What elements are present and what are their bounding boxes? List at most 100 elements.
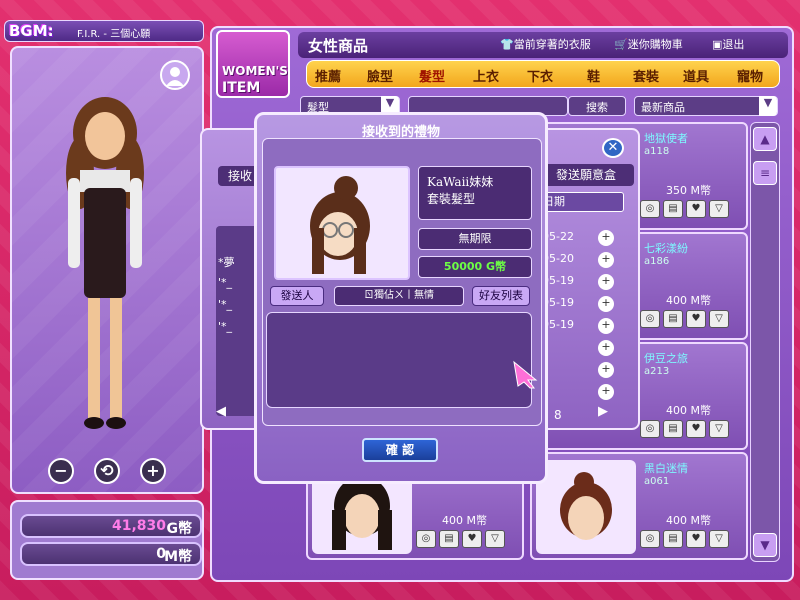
gift-icon[interactable]: ♥ bbox=[686, 530, 706, 548]
scroll-thumb[interactable]: ≡ bbox=[753, 161, 777, 185]
received-row[interactable]: *夢 bbox=[218, 254, 235, 270]
page-next-icon[interactable]: ▶ bbox=[598, 404, 620, 424]
tab-recommend[interactable]: 推薦 bbox=[315, 66, 341, 85]
exit-label: 退出 bbox=[722, 38, 745, 51]
cart-add-icon[interactable]: ▤ bbox=[439, 530, 459, 548]
gift-icon[interactable]: ♥ bbox=[686, 310, 706, 328]
item-list-scrollbar[interactable]: ▲ ≡ ▼ bbox=[750, 122, 780, 562]
zoom-out-button[interactable]: − bbox=[48, 458, 74, 484]
received-row[interactable]: '*_ bbox=[218, 276, 232, 289]
expand-plus-icon[interactable]: + bbox=[598, 296, 614, 312]
try-on-icon[interactable]: ◎ bbox=[640, 200, 660, 218]
search-button[interactable]: 搜索 bbox=[568, 96, 626, 116]
g-currency-value: 41,830 bbox=[111, 518, 166, 534]
tab-props[interactable]: 道具 bbox=[683, 66, 709, 85]
sort-select[interactable]: 最新商品 ▼ bbox=[634, 96, 778, 116]
cart-add-icon[interactable]: ▤ bbox=[663, 420, 683, 438]
page-number: 8 bbox=[554, 408, 562, 422]
item-title[interactable]: 黑白迷情 bbox=[644, 460, 688, 476]
try-on-icon[interactable]: ◎ bbox=[640, 310, 660, 328]
expand-plus-icon[interactable]: + bbox=[598, 274, 614, 290]
gift-price: 50000 G幣 bbox=[418, 256, 532, 278]
tab-pets[interactable]: 寵物 bbox=[737, 66, 763, 85]
item-actions: ◎ ▤ ♥ ▽ bbox=[416, 530, 508, 548]
expand-plus-icon[interactable]: + bbox=[598, 340, 614, 356]
sent-wish-tab[interactable]: 發送願意盒 bbox=[538, 164, 634, 186]
item-title[interactable]: 七彩漾紛 bbox=[644, 240, 688, 256]
gift-icon[interactable]: ♥ bbox=[686, 420, 706, 438]
exit-link[interactable]: ▣退出 bbox=[712, 36, 744, 52]
scroll-down-icon[interactable]: ▼ bbox=[753, 533, 777, 557]
try-on-icon[interactable]: ◎ bbox=[640, 420, 660, 438]
item-price: 350 M幣 bbox=[666, 184, 711, 197]
sender-label: 發送人 bbox=[270, 286, 324, 306]
scroll-up-icon[interactable]: ▲ bbox=[753, 127, 777, 151]
gift-icon[interactable]: ♥ bbox=[686, 200, 706, 218]
gift-icon[interactable]: ♥ bbox=[462, 530, 482, 548]
rotate-button[interactable]: ⟲ bbox=[94, 458, 120, 484]
tab-hair[interactable]: 髮型 bbox=[419, 66, 445, 85]
tab-face[interactable]: 臉型 bbox=[367, 66, 393, 85]
tab-top[interactable]: 上衣 bbox=[473, 66, 499, 85]
bgm-bar[interactable]: BGM: F.I.R. - 三個心願 bbox=[4, 20, 204, 42]
zoom-in-button[interactable]: + bbox=[140, 458, 166, 484]
friends-list-button[interactable]: 好友列表 bbox=[472, 286, 530, 306]
item-title[interactable]: 伊豆之旅 bbox=[644, 350, 688, 366]
item-actions: ◎ ▤ ♥ ▽ bbox=[640, 200, 732, 218]
sender-name: ㄖ獨佔ㄨ丨無情 bbox=[334, 286, 464, 306]
tab-suit[interactable]: 套裝 bbox=[633, 66, 659, 85]
category-tabs: 推薦 臉型 髮型 上衣 下衣 鞋 套裝 道具 寵物 bbox=[306, 60, 780, 88]
character-preview-panel bbox=[10, 46, 204, 494]
item-user: a213 bbox=[644, 366, 670, 377]
expand-plus-icon[interactable]: + bbox=[598, 252, 614, 268]
item-actions: ◎ ▤ ♥ ▽ bbox=[640, 530, 732, 548]
wish-icon[interactable]: ▽ bbox=[709, 420, 729, 438]
door-icon: ▣ bbox=[712, 38, 723, 51]
character-avatar bbox=[66, 97, 144, 429]
gift-item-name: KaWaii妹妹 套裝髮型 bbox=[418, 166, 532, 220]
person-icon bbox=[166, 67, 184, 86]
mouse-cursor-icon bbox=[513, 360, 538, 389]
gift-message-box[interactable] bbox=[266, 312, 532, 408]
tab-bottom[interactable]: 下衣 bbox=[527, 66, 553, 85]
page-prev-icon[interactable]: ◀ bbox=[216, 404, 238, 424]
womens-item-logo: WOMEN'S ITEM bbox=[216, 30, 290, 98]
cart-add-icon[interactable]: ▤ bbox=[663, 200, 683, 218]
mini-cart-link[interactable]: 🛒迷你購物車 bbox=[614, 36, 683, 52]
avatar-toggle-button[interactable] bbox=[160, 60, 190, 90]
expand-plus-icon[interactable]: + bbox=[598, 362, 614, 378]
received-row[interactable]: '*_ bbox=[218, 298, 232, 311]
bgm-song: F.I.R. - 三個心願 bbox=[77, 29, 151, 40]
try-on-icon[interactable]: ◎ bbox=[640, 530, 660, 548]
current-outfit-label: 當前穿著的衣服 bbox=[513, 38, 591, 51]
item-actions: ◎ ▤ ♥ ▽ bbox=[640, 420, 732, 438]
confirm-button[interactable]: 確 認 bbox=[362, 438, 438, 462]
expand-plus-icon[interactable]: + bbox=[598, 230, 614, 246]
received-row[interactable]: '*_ bbox=[218, 320, 232, 333]
item-user: a186 bbox=[644, 256, 670, 267]
expand-plus-icon[interactable]: + bbox=[598, 384, 614, 400]
cart-add-icon[interactable]: ▤ bbox=[663, 530, 683, 548]
item-user: a061 bbox=[644, 476, 670, 487]
wish-icon[interactable]: ▽ bbox=[709, 530, 729, 548]
shop-title: 女性商品 bbox=[308, 37, 369, 55]
logo-line2: ITEM bbox=[222, 80, 261, 96]
mini-cart-label: 迷你購物車 bbox=[627, 38, 683, 51]
item-price: 400 M幣 bbox=[442, 514, 487, 527]
wish-icon[interactable]: ▽ bbox=[485, 530, 505, 548]
expand-plus-icon[interactable]: + bbox=[598, 318, 614, 334]
g-currency-display: 41,830 G幣 bbox=[20, 514, 202, 538]
wish-icon[interactable]: ▽ bbox=[709, 200, 729, 218]
item-title[interactable]: 地獄使者 bbox=[644, 130, 688, 146]
cart-add-icon[interactable]: ▤ bbox=[663, 310, 683, 328]
date-column-header: 日期 bbox=[538, 192, 624, 212]
g-currency-unit: G幣 bbox=[166, 521, 193, 537]
current-outfit-link[interactable]: 👕當前穿著的衣服 bbox=[500, 36, 591, 52]
close-icon[interactable]: ✕ bbox=[602, 138, 624, 158]
try-on-icon[interactable]: ◎ bbox=[416, 530, 436, 548]
tab-shoes[interactable]: 鞋 bbox=[587, 66, 600, 85]
chevron-down-icon: ▼ bbox=[759, 96, 777, 116]
wish-icon[interactable]: ▽ bbox=[709, 310, 729, 328]
item-card[interactable]: 黑白迷情 a061 400 M幣 ◎ ▤ ♥ ▽ bbox=[530, 452, 748, 560]
gift-item-image bbox=[274, 166, 410, 280]
